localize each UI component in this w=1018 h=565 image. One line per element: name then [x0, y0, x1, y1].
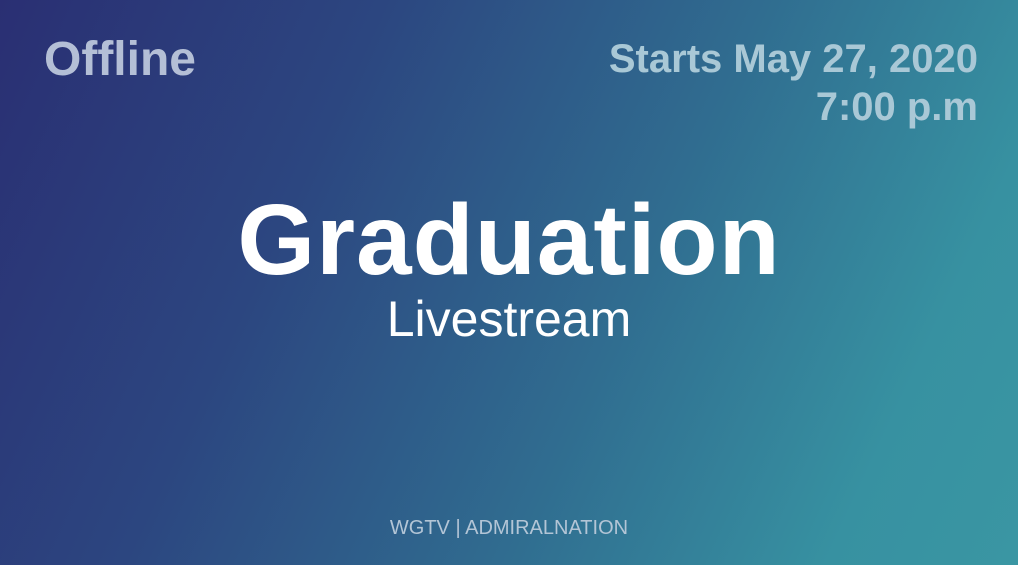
schedule-info: Starts May 27, 2020 7:00 p.m	[609, 35, 978, 131]
start-time-text: 7:00 p.m	[815, 85, 978, 129]
event-title: Graduation	[237, 184, 781, 296]
event-subtitle: Livestream	[386, 291, 632, 347]
start-date-text: Starts May 27, 2020	[608, 37, 978, 81]
footer-credit: WGTV | ADMIRALNATION	[389, 517, 629, 539]
stream-offline-screen: { "status": { "label": "Offline" }, "sch…	[0, 0, 1018, 565]
stream-status-label: Offline	[44, 33, 196, 86]
event-title-block: Graduation Livestream	[0, 190, 1018, 344]
